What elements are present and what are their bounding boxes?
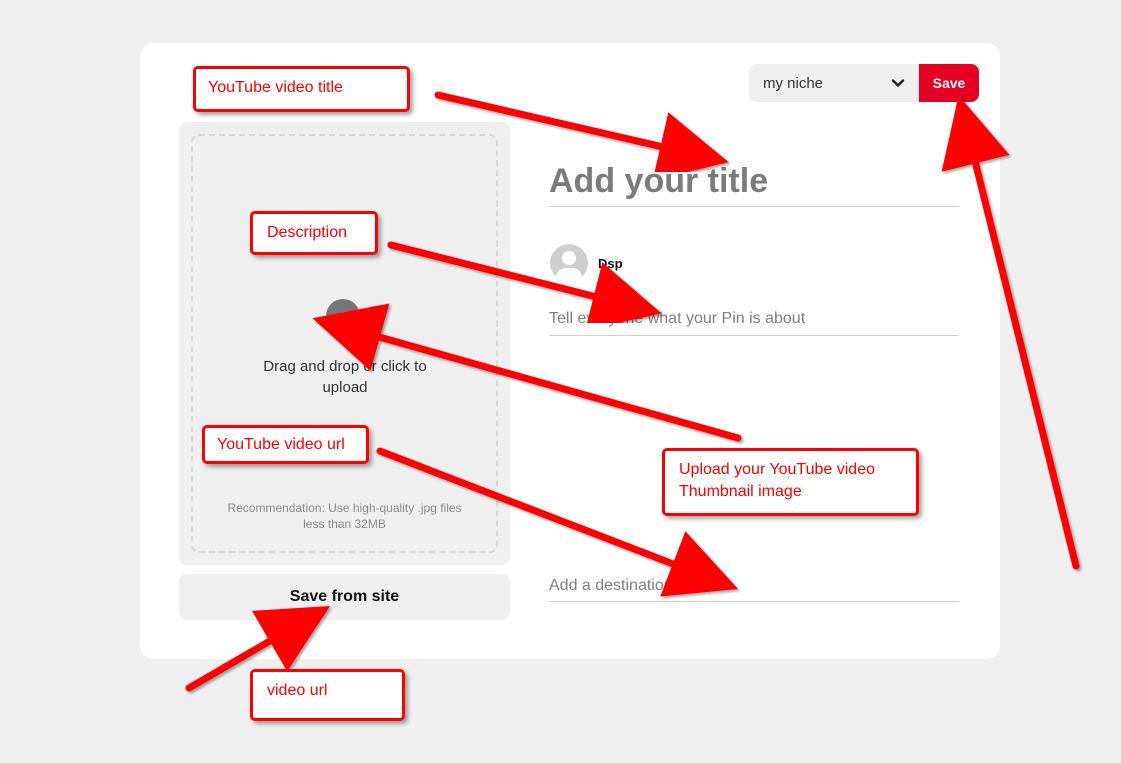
annotation-thumbnail-line2: Thumbnail image bbox=[679, 483, 802, 500]
user-name: Dsp bbox=[598, 255, 623, 271]
chevron-down-icon bbox=[889, 74, 907, 92]
annotation-thumbnail-line1: Upload your YouTube video bbox=[679, 461, 875, 478]
upload-recommendation-line1: Recommendation: Use high-quality .jpg fi… bbox=[227, 501, 462, 515]
annotation-video-url-text: video url bbox=[267, 682, 328, 699]
annotation-video-url: video url bbox=[250, 669, 405, 721]
upload-instruction-line2: upload bbox=[322, 379, 368, 396]
upload-recommendation-line2: less than 32MB bbox=[303, 517, 386, 531]
upload-dropzone[interactable] bbox=[179, 122, 510, 565]
pin-author: Dsp bbox=[550, 244, 670, 282]
upload-dropzone-border bbox=[191, 134, 498, 553]
description-input[interactable]: Tell everyone what your Pin is about bbox=[549, 303, 959, 336]
annotation-youtube-url-text: YouTube video url bbox=[217, 436, 345, 453]
annotation-description: Description bbox=[250, 211, 378, 255]
save-button[interactable]: Save bbox=[919, 64, 979, 102]
upload-instruction: Drag and drop or click to upload bbox=[250, 356, 440, 398]
annotation-title: YouTube video title bbox=[193, 66, 410, 112]
upload-instruction-line1: Drag and drop or click to bbox=[263, 358, 427, 375]
title-input[interactable]: Add your title bbox=[549, 157, 959, 207]
board-select[interactable]: my niche bbox=[749, 64, 919, 102]
destination-link-input[interactable]: Add a destination link bbox=[549, 570, 959, 602]
upload-arrow-icon[interactable]: ↑ bbox=[326, 299, 360, 333]
save-from-site-button[interactable]: Save from site bbox=[179, 574, 510, 620]
avatar bbox=[550, 244, 588, 282]
annotation-title-text: YouTube video title bbox=[208, 79, 343, 96]
annotation-youtube-url: YouTube video url bbox=[202, 425, 369, 464]
upload-recommendation: Recommendation: Use high-quality .jpg fi… bbox=[212, 500, 477, 532]
board-select-value: my niche bbox=[763, 74, 824, 92]
annotation-description-text: Description bbox=[267, 224, 348, 241]
avatar-head bbox=[562, 251, 576, 265]
annotation-thumbnail: Upload your YouTube video Thumbnail imag… bbox=[662, 448, 919, 516]
avatar-body bbox=[556, 268, 582, 282]
